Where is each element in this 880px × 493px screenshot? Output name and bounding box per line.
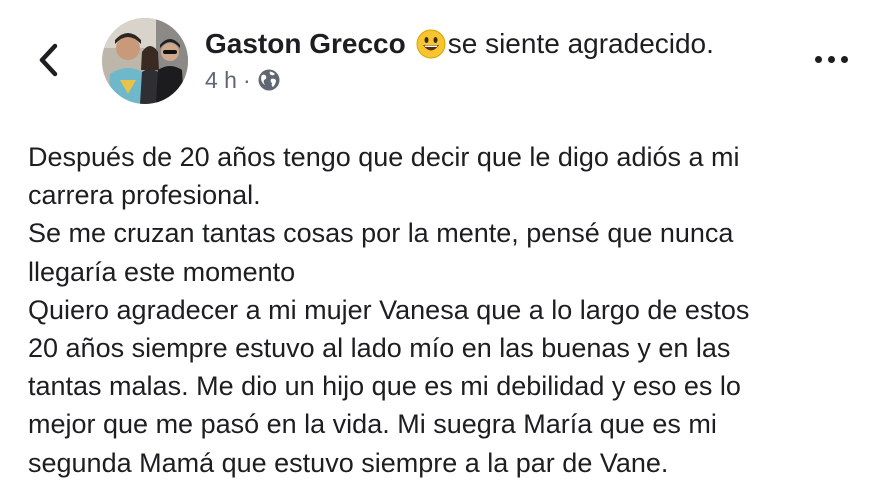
more-options-dot [827,55,835,63]
post-text-line: mejor que me pasó en la vida. Mi suegra … [28,409,717,440]
post-timestamp[interactable]: 4 h [205,67,237,94]
post-text-line: llegaría este momento [28,256,296,287]
post-text-line: carrera profesional. [28,180,261,211]
author-line: Gaston Grecco se siente agradecido. [205,24,714,64]
meta-separator: · [242,66,251,93]
post-text: Después de 20 años tengo que decir que l… [28,138,858,482]
post-text-line: tantas malas. Me dio un hijo que es mi d… [28,371,741,402]
author-name[interactable]: Gaston Grecco [205,28,406,60]
avatar-photo [102,18,188,104]
post-text-line: Después de 20 años tengo que decir que l… [28,142,740,172]
post-text-line: 20 años siempre estuvo al lado mío en la… [28,333,731,364]
more-options-dot [814,55,822,63]
more-options-dot [840,55,848,63]
post-text-line: Quiero agradecer a mi mujer Vanesa que a… [28,294,750,325]
avatar[interactable] [102,18,188,104]
chevron-left-icon [39,43,58,77]
post-header: Gaston Grecco se siente agradecido. 4 h … [0,0,880,120]
more-options-button[interactable] [806,44,856,74]
globe-icon[interactable] [257,68,281,92]
post-text-line: Se me cruzan tantas cosas por la mente, … [28,218,734,249]
post-meta: 4 h · [205,64,281,96]
post-text-line: segunda Mamá que estuvo siempre a la par… [28,447,669,478]
smiling-face-emoji-icon [416,29,446,59]
back-button[interactable] [28,38,68,82]
feeling-text: se siente agradecido. [447,28,714,59]
